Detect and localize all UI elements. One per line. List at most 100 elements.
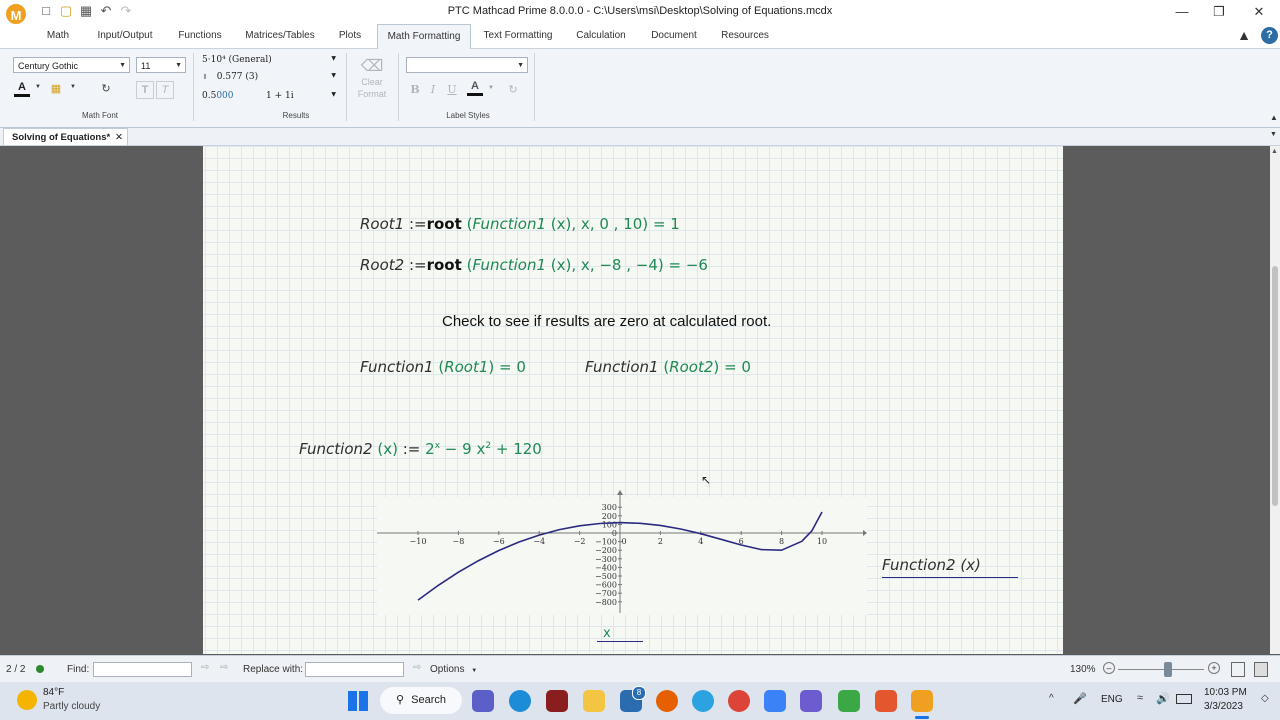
plot-chart[interactable]: −10 −8 −6 −4 −2 0 2 4 6 8 103002001000−100−200−300… [377, 490, 867, 615]
find-next-icon[interactable]: ⇨ [220, 662, 228, 673]
scrollbar-thumb[interactable] [1272, 266, 1278, 506]
battery-icon[interactable] [1176, 694, 1192, 704]
y-tick-label: −800 [595, 598, 617, 607]
worksheet-page[interactable]: Root1 :=root (Function1 (x), x, 0 , 10) … [203, 146, 1063, 654]
minimize-button[interactable]: — [1167, 2, 1197, 22]
eval-function1-root2[interactable]: Function1 (Root2) = 0 [585, 358, 751, 376]
clear-format-button[interactable]: ⌫ Clear Format [352, 57, 392, 109]
check-text-region[interactable]: Check to see if results are zero at calc… [442, 313, 771, 330]
root1-definition[interactable]: Root1 :=root (Function1 (x), x, 0 , 10) … [360, 215, 680, 233]
label-color-button[interactable]: A [467, 80, 483, 96]
weather-temp[interactable]: 84°F [43, 687, 64, 698]
tab-functions[interactable]: Functions [172, 24, 228, 48]
zoom-out-icon[interactable]: – [1103, 662, 1115, 674]
font-color-dropdown-icon[interactable]: ▼ [35, 84, 41, 90]
label-italic-button[interactable]: I [425, 82, 441, 98]
scroll-up-arrow-icon[interactable]: ▲ [1271, 148, 1278, 155]
reset-format-icon[interactable]: ↻ [98, 81, 114, 97]
tab-document[interactable]: Document [644, 24, 704, 48]
tab-math[interactable]: Math [36, 24, 80, 48]
chrome-icon[interactable] [728, 690, 750, 712]
film-app-icon[interactable] [546, 690, 568, 712]
telegram-icon[interactable] [692, 690, 714, 712]
tray-chevron-icon[interactable]: ^ [1049, 693, 1054, 704]
app-hex-icon[interactable] [800, 690, 822, 712]
tab-resources[interactable]: Resources [716, 24, 774, 48]
trailing-zeros-select[interactable]: 0.5000 [202, 91, 262, 105]
firefox-icon[interactable] [656, 690, 678, 712]
red-app-icon[interactable] [875, 690, 897, 712]
options-button[interactable]: Options ▼ [430, 664, 477, 675]
tab-input-output[interactable]: Input/Output [88, 24, 162, 48]
language-indicator[interactable]: ENG [1101, 694, 1123, 705]
weather-desc[interactable]: Partly cloudy [43, 701, 100, 712]
label-style-select[interactable]: ▼ [406, 57, 528, 73]
results-group-label: Results [282, 111, 310, 120]
highlight-dropdown-icon[interactable]: ▼ [70, 84, 76, 90]
math-font-value: Century Gothic [18, 61, 79, 71]
chevron-down-icon: ▼ [331, 72, 336, 79]
plot-x-axis-label[interactable]: x [597, 626, 643, 642]
find-prev-icon[interactable]: ⇨ [201, 662, 209, 673]
file-explorer-icon[interactable] [583, 690, 605, 712]
find-input[interactable] [93, 662, 192, 677]
volume-icon[interactable]: 🔊 [1156, 692, 1170, 705]
windows-start-icon[interactable] [348, 691, 368, 711]
bold-text-button[interactable]: T [136, 81, 154, 99]
math-font-select[interactable]: Century Gothic ▼ [13, 57, 130, 73]
page-view-icon[interactable] [1231, 662, 1245, 677]
label-color-dropdown-icon[interactable]: ▼ [488, 85, 494, 91]
math-font-size-select[interactable]: 11 ▼ [136, 57, 186, 73]
label-bold-button[interactable]: B [407, 82, 423, 98]
tab-matrices-tables[interactable]: Matrices/Tables [238, 24, 322, 48]
x-tick-label: 2 [658, 537, 663, 546]
graduation-cap-icon[interactable]: ▲ [1235, 27, 1253, 45]
zoom-in-icon[interactable]: + [1208, 662, 1220, 674]
highlight-color-icon[interactable]: ▦ [48, 81, 64, 97]
microphone-icon[interactable]: 🎤 [1073, 692, 1087, 705]
precision-value: 0.577 (3) [216, 72, 259, 82]
edge-browser-icon[interactable] [509, 690, 531, 712]
restore-button[interactable]: ❐ [1204, 2, 1234, 22]
notification-bell-icon[interactable]: ◇ [1261, 693, 1269, 704]
collapse-ribbon-icon[interactable]: ▲ [1270, 113, 1278, 122]
stepper-arrows-icon[interactable]: ⇕ [202, 73, 208, 81]
document-tab[interactable]: Solving of Equations* ✕ [3, 128, 128, 145]
eval-function1-root1[interactable]: Function1 (Root1) = 0 [360, 358, 526, 376]
replace-input[interactable] [305, 662, 404, 677]
zoom-slider-thumb[interactable] [1164, 662, 1172, 677]
font-color-button[interactable]: A [14, 81, 30, 97]
weather-sun-icon[interactable] [17, 690, 37, 710]
clock-time[interactable]: 10:03 PM [1204, 687, 1247, 698]
label-reset-icon[interactable]: ↻ [505, 82, 521, 98]
todo-check-icon[interactable] [764, 690, 786, 712]
taskbar-search[interactable]: ⚲ Search [380, 687, 462, 714]
result-format-select[interactable]: 5·10⁴ (General) ▼ [202, 55, 340, 69]
mathcad-logo-icon[interactable]: M [4, 2, 28, 26]
italic-text-button[interactable]: T [156, 81, 174, 99]
clock-date[interactable]: 3/3/2023 [1204, 701, 1243, 712]
plot-region[interactable]: −10 −8 −6 −4 −2 0 2 4 6 8 10 300 200 100 0 −100 −200 −300… [377, 490, 867, 615]
tab-plots[interactable]: Plots [332, 24, 368, 48]
root2-definition[interactable]: Root2 :=root (Function1 (x), x, −8 , −4)… [360, 256, 708, 274]
tab-text-formatting[interactable]: Text Formatting [478, 24, 558, 48]
tab-math-formatting[interactable]: Math Formatting [377, 24, 471, 49]
plot-y-axis-label[interactable]: Function2 (x) [882, 556, 1018, 578]
teams-icon[interactable] [472, 690, 494, 712]
replace-icon[interactable]: ⇨ [413, 662, 421, 673]
zoom-slider[interactable] [1118, 669, 1204, 670]
vertical-scrollbar[interactable]: ▲ [1270, 146, 1280, 654]
label-underline-button[interactable]: U [444, 82, 460, 98]
tab-calculation[interactable]: Calculation [570, 24, 632, 48]
function2-definition[interactable]: Function2 (x) := 2x − 9 x2 + 120 [299, 440, 542, 458]
tab-list-dropdown-icon[interactable]: ▼ [1270, 131, 1277, 138]
wifi-icon[interactable]: ≈ [1137, 692, 1143, 704]
close-button[interactable]: ✕ [1244, 2, 1274, 22]
complex-format-select[interactable]: 1 + 1i ▼ [266, 91, 340, 105]
draft-view-icon[interactable] [1254, 662, 1268, 677]
mathcad-taskbar-icon[interactable] [911, 690, 933, 712]
close-tab-icon[interactable]: ✕ [115, 129, 123, 146]
help-icon[interactable]: ? [1261, 27, 1278, 44]
precision-stepper[interactable]: ⇕ 0.577 (3) ▼ [202, 72, 340, 86]
green-app-icon[interactable] [838, 690, 860, 712]
